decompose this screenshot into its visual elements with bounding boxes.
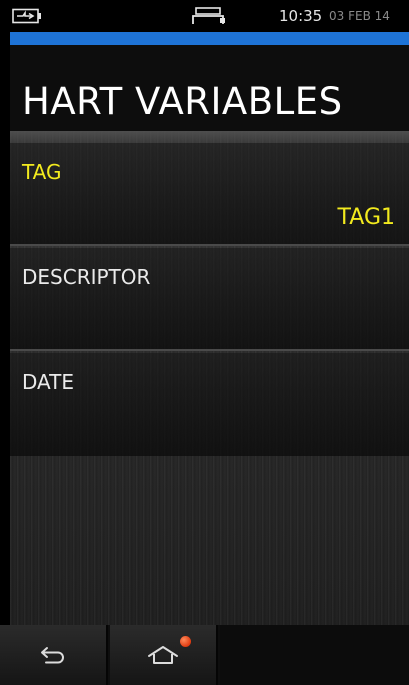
descriptor-label: DESCRIPTOR — [22, 265, 151, 289]
page-title: HART VARIABLES — [22, 80, 343, 123]
notification-dot-icon — [180, 636, 191, 647]
battery-charging-icon — [12, 8, 41, 24]
navigation-bar — [0, 625, 409, 685]
header-accent-strip — [10, 32, 409, 45]
status-time: 10:35 — [279, 7, 323, 25]
back-arrow-icon — [41, 647, 64, 664]
list-item-descriptor[interactable]: DESCRIPTOR — [10, 248, 409, 351]
title-divider — [10, 131, 409, 143]
status-bar: 10:35 03 FEB 14 — [0, 0, 409, 32]
variables-list-panel: TAG TAG1 DESCRIPTOR DATE — [10, 131, 409, 625]
home-icon — [148, 646, 178, 664]
status-date: 03 FEB 14 — [329, 9, 390, 23]
list-item-date[interactable]: DATE — [10, 353, 409, 456]
back-button[interactable] — [0, 625, 108, 685]
nav-empty-slot — [220, 625, 409, 685]
device-screen: 10:35 03 FEB 14 HART VARIABLES TAG TAG1 … — [0, 0, 409, 685]
tag-value: TAG1 — [337, 205, 395, 230]
list-item-tag[interactable]: TAG TAG1 — [10, 143, 409, 246]
home-button[interactable] — [110, 625, 218, 685]
tag-label: TAG — [22, 160, 62, 184]
title-bar: HART VARIABLES — [10, 45, 409, 131]
date-label: DATE — [22, 370, 75, 394]
usb-connector-icon — [192, 7, 225, 24]
